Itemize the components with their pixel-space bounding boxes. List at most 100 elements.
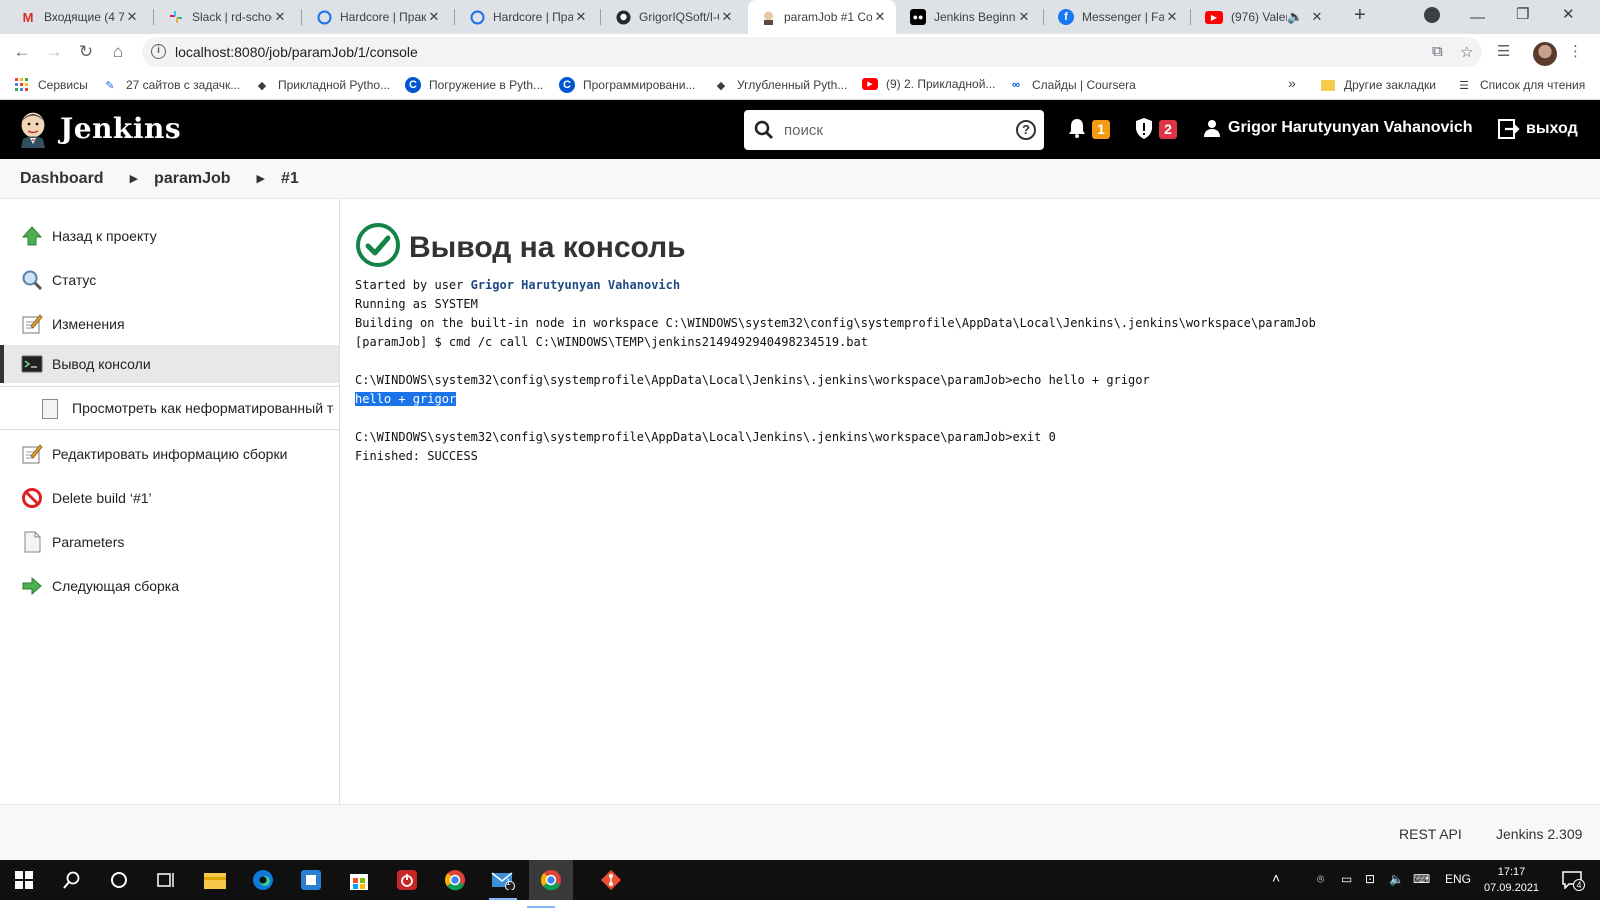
minimize-icon[interactable]: —	[1470, 9, 1485, 26]
bookmark-item[interactable]: C Программировани...	[559, 77, 696, 93]
bookmark-item[interactable]: ◆ Углубленный Pyth...	[713, 77, 848, 93]
breadcrumb-job[interactable]: paramJob	[154, 170, 230, 188]
cortana-icon[interactable]	[107, 868, 131, 892]
translate-icon[interactable]: ⧉	[1432, 43, 1443, 60]
bookmark-item[interactable]: ▶ (9) 2. Прикладной...	[862, 77, 995, 91]
reading-list-icon[interactable]: ☰	[1497, 42, 1510, 60]
new-tab-button[interactable]: +	[1354, 4, 1366, 27]
bell-icon[interactable]	[1068, 118, 1086, 143]
selected-text[interactable]: hello + grigor	[355, 392, 457, 406]
security-badge[interactable]: 2	[1159, 120, 1177, 139]
logout-button[interactable]: выход	[1498, 119, 1578, 139]
volume-icon[interactable]: 🔈	[1389, 872, 1404, 886]
language-indicator[interactable]: ENG	[1445, 872, 1471, 886]
sidebar-item-delete-build[interactable]: Delete build ‘#1’	[0, 478, 339, 518]
microsoft-store-icon[interactable]	[347, 868, 371, 892]
bookmark-item[interactable]: ∞ Слайды | Coursera	[1008, 77, 1136, 93]
browser-tab[interactable]: f Messenger | Fac ✕	[1046, 0, 1188, 34]
profile-avatar[interactable]	[1533, 42, 1557, 66]
github-icon	[615, 9, 631, 25]
close-icon[interactable]: ✕	[1309, 9, 1325, 25]
power-app-icon[interactable]	[395, 868, 419, 892]
close-icon[interactable]: ✕	[1016, 9, 1032, 25]
file-explorer-icon[interactable]	[203, 868, 227, 892]
close-icon[interactable]: ✕	[719, 9, 735, 25]
bookmark-item[interactable]: ✎ 27 сайтов с задачк...	[102, 77, 240, 93]
bookmarks-overflow-button[interactable]: »	[1288, 75, 1296, 91]
network-icon[interactable]: ⊡	[1365, 872, 1375, 886]
address-bar[interactable]: i localhost:8080/job/paramJob/1/console …	[142, 37, 1482, 67]
notifications-badge[interactable]: 1	[1092, 120, 1110, 139]
chrome-icon[interactable]	[443, 868, 467, 892]
sidebar-item-parameters[interactable]: Parameters	[0, 522, 339, 562]
sidebar-item-next-build[interactable]: Следующая сборка	[0, 566, 339, 606]
browser-tab-active[interactable]: paramJob #1 Co ✕	[748, 0, 896, 34]
chevron-right-icon[interactable]: ▶	[130, 172, 138, 185]
breadcrumb-dashboard[interactable]: Dashboard	[20, 170, 104, 188]
rest-api-link[interactable]: REST API	[1399, 826, 1462, 842]
home-icon[interactable]: ⌂	[107, 41, 129, 63]
close-icon[interactable]: ✕	[124, 9, 140, 25]
chevron-right-icon[interactable]: ▶	[257, 172, 265, 185]
browser-tab[interactable]: Hardcore | Прак ✕	[304, 0, 450, 34]
help-icon[interactable]: ?	[1016, 120, 1036, 140]
breadcrumb-build[interactable]: #1	[281, 170, 299, 188]
speaker-icon[interactable]: 🔈	[1287, 9, 1303, 25]
restore-icon[interactable]: ❐	[1516, 5, 1529, 23]
chevron-up-icon[interactable]: ˄	[1272, 870, 1280, 886]
browser-tab[interactable]: GrigorIQSoft/I-C ✕	[603, 0, 743, 34]
sidebar-item-status[interactable]: Статус	[0, 260, 339, 300]
bookmark-item[interactable]: ◆ Прикладной Pytho...	[254, 77, 390, 93]
action-center-icon[interactable]: 4	[1560, 868, 1585, 892]
bookmark-item[interactable]: C Погружение в Pyth...	[405, 77, 543, 93]
git-icon[interactable]	[599, 868, 623, 892]
keyboard-icon[interactable]: ⌨	[1413, 872, 1430, 886]
coursera-icon: C	[405, 77, 421, 93]
browser-tab[interactable]: M Входящие (4 74 ✕	[8, 0, 148, 34]
mail-icon[interactable]: 1	[489, 868, 517, 900]
reading-list-button[interactable]: ☰ Список для чтения	[1456, 77, 1585, 93]
browser-tab[interactable]: Slack | rd-schoo ✕	[156, 0, 296, 34]
jenkins-logo-icon[interactable]	[18, 110, 48, 148]
battery-icon[interactable]: ▭	[1341, 872, 1352, 886]
user-link[interactable]: Grigor Harutyunyan Vahanovich	[471, 278, 681, 292]
bookmark-star-icon[interactable]: ☆	[1460, 43, 1473, 61]
browser-tab[interactable]: Hardcore | Прак ✕	[457, 0, 597, 34]
edge-icon[interactable]	[251, 868, 275, 892]
chrome-active-icon[interactable]	[527, 860, 573, 908]
close-icon[interactable]: ✕	[272, 9, 288, 25]
jenkins-title[interactable]: Jenkins	[60, 112, 181, 145]
search-icon[interactable]	[60, 868, 84, 892]
reload-icon[interactable]: ↻	[75, 41, 97, 63]
close-window-icon[interactable]: ✕	[1562, 5, 1575, 23]
browser-menu-icon[interactable]: ⋮	[1568, 42, 1583, 60]
close-icon[interactable]: ✕	[426, 9, 442, 25]
sidebar-item-changes[interactable]: Изменения	[0, 304, 339, 344]
sidebar-item-console-output[interactable]: Вывод консоли	[0, 345, 339, 383]
search-input[interactable]	[784, 118, 1004, 142]
back-icon[interactable]: ←	[11, 41, 33, 63]
sidebar-item-view-plain-text[interactable]: Просмотреть как неформатированный текст	[0, 386, 339, 430]
forward-icon[interactable]: →	[43, 41, 65, 63]
site-info-icon[interactable]: i	[151, 44, 166, 59]
other-bookmarks-folder[interactable]: Другие закладки	[1320, 77, 1436, 93]
close-icon[interactable]: ✕	[573, 9, 589, 25]
browser-tab[interactable]: ▶ (976) Valer 🔈 ✕	[1193, 0, 1333, 34]
jenkins-version-link[interactable]: Jenkins 2.309	[1496, 826, 1582, 842]
close-icon[interactable]: ✕	[1164, 9, 1180, 25]
sidebar-item-back-to-project[interactable]: Назад к проекту	[0, 216, 339, 256]
task-view-icon[interactable]	[155, 868, 179, 892]
tab-search-icon[interactable]	[1424, 7, 1440, 23]
sidebar-item-edit-build-info[interactable]: Редактировать информацию сборки	[0, 434, 339, 474]
security-shield-icon[interactable]	[1135, 118, 1153, 144]
store-app-icon[interactable]	[299, 868, 323, 892]
clock[interactable]: 17:17 07.09.2021	[1484, 864, 1539, 896]
console-line: Started by user Grigor Harutyunyan Vahan…	[355, 278, 680, 292]
bookmark-item[interactable]: Сервисы	[14, 77, 88, 93]
close-icon[interactable]: ✕	[872, 9, 888, 25]
windows-start-icon[interactable]	[12, 868, 36, 892]
browser-tab[interactable]: ●● Jenkins Beginne ✕	[898, 0, 1040, 34]
url-text[interactable]: localhost:8080/job/paramJob/1/console	[175, 44, 418, 60]
webcam-icon[interactable]: ⌾	[1317, 872, 1324, 887]
user-menu[interactable]: Grigor Harutyunyan Vahanovich	[1204, 119, 1473, 137]
